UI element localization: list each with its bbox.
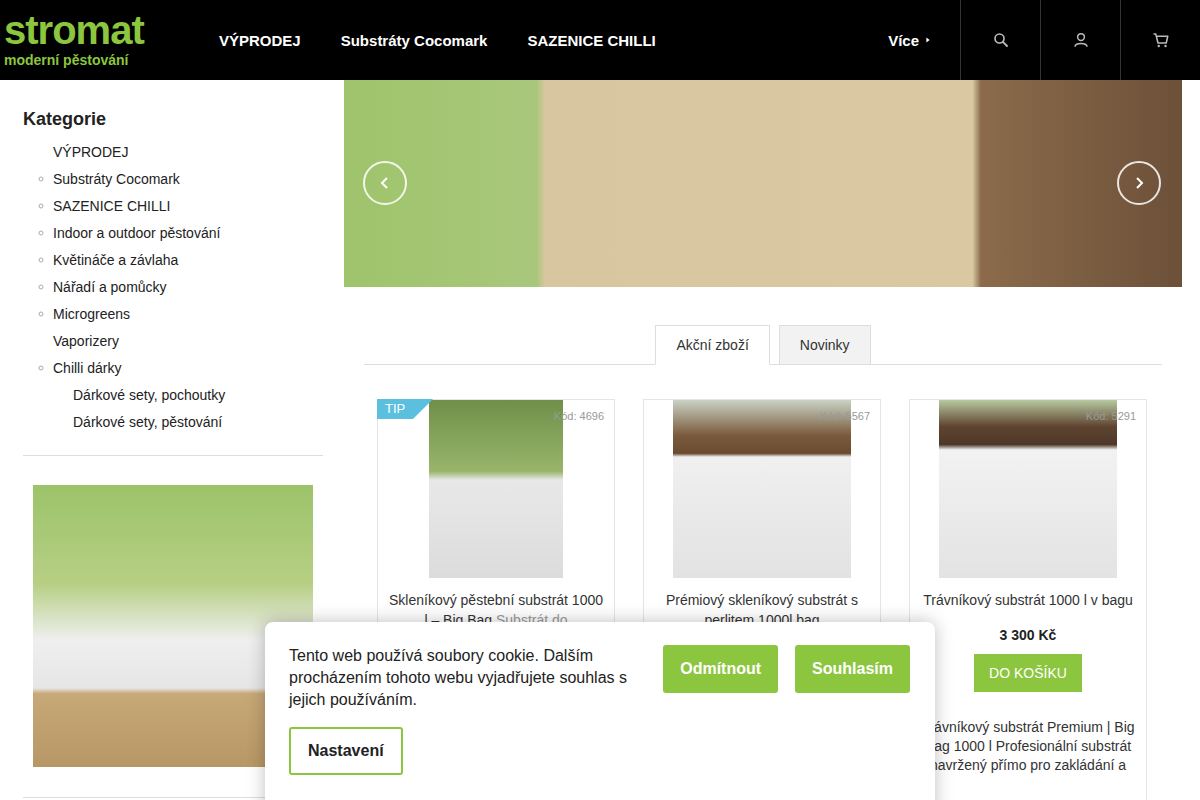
cart-button[interactable] bbox=[1120, 0, 1200, 80]
sidebar-item[interactable]: Květináče a závlaha bbox=[23, 246, 323, 273]
product-code: Kód: 4696 bbox=[554, 410, 604, 422]
sidebar-item-label[interactable]: Dárkové sety, pochoutky bbox=[73, 387, 225, 403]
tab-bar: Akční zboží Novinky bbox=[364, 325, 1162, 365]
cookie-settings-row: Nastavení bbox=[289, 727, 910, 775]
category-list: VÝPRODEJ Substráty Cocomark SAZENICE CHILL… bbox=[23, 138, 323, 456]
bullet-icon bbox=[38, 311, 44, 317]
submenu-bullet-icon bbox=[23, 257, 53, 263]
sidebar-item[interactable]: SAZENICE CHILLI bbox=[23, 192, 323, 219]
sidebar-item[interactable]: Indoor a outdoor pěstování bbox=[23, 219, 323, 246]
submenu-bullet-icon bbox=[23, 284, 53, 290]
sidebar-item[interactable]: Microgreens bbox=[23, 300, 323, 327]
product-image-frame bbox=[644, 400, 880, 578]
bullet-icon bbox=[38, 365, 44, 371]
cookie-dialog: Tento web používá soubory cookie. Dalším… bbox=[265, 622, 935, 800]
cookie-row: Tento web používá soubory cookie. Dalším… bbox=[289, 645, 910, 711]
badge-label: TIP bbox=[377, 399, 413, 419]
sidebar-item[interactable]: Substráty Cocomark bbox=[23, 165, 323, 192]
hero-banner[interactable] bbox=[344, 80, 1182, 287]
sidebar-item-label[interactable]: VÝPRODEJ bbox=[53, 144, 128, 160]
sidebar-item-label[interactable]: SAZENICE CHILLI bbox=[53, 198, 170, 214]
logo-tagline[interactable]: moderní pěstování bbox=[4, 51, 170, 69]
product-card[interactable]: Kód: 5291 Trávníkový substrát 1000 l v ba… bbox=[909, 399, 1147, 800]
product-image[interactable] bbox=[429, 400, 563, 578]
product-title[interactable]: Trávníkový substrát 1000 l v bagu bbox=[923, 592, 1133, 608]
logo[interactable]: stromat moderní pěstování bbox=[0, 0, 170, 80]
nav-item[interactable]: VÝPRODEJ bbox=[219, 32, 301, 49]
sidebar-item-label[interactable]: Vaporizery bbox=[53, 333, 119, 349]
cookie-button-label[interactable]: Odmítnout bbox=[680, 660, 761, 678]
tab[interactable]: Novinky bbox=[779, 325, 871, 365]
logo-wordmark[interactable]: stromat bbox=[4, 11, 170, 49]
sidebar-item-label[interactable]: Květináče a závlaha bbox=[53, 252, 178, 268]
submenu-bullet-icon bbox=[23, 365, 53, 371]
sidebar-item-label[interactable]: Substráty Cocomark bbox=[53, 171, 180, 187]
product-code: Kód: 5291 bbox=[1086, 410, 1136, 422]
bullet-icon bbox=[38, 203, 44, 209]
product-code: Kód: 5567 bbox=[820, 410, 870, 422]
cookie-button-label[interactable]: Nastavení bbox=[308, 742, 384, 760]
main-nav: VÝPRODEJ Substráty Cocomark SAZENICE CHILL… bbox=[219, 32, 656, 49]
product-price: 3 300 Kč bbox=[910, 627, 1146, 643]
product-title-block: Trávníkový substrát 1000 l v bagu bbox=[910, 590, 1146, 610]
bullet-icon bbox=[38, 257, 44, 263]
submenu-bullet-icon bbox=[23, 230, 53, 236]
cookie-button[interactable]: Nastavení bbox=[289, 727, 403, 775]
sidebar-item[interactable]: Dárkové sety, pěstování bbox=[23, 408, 323, 435]
chevron-left-icon bbox=[378, 176, 392, 190]
sidebar-item[interactable]: Nářadí a pomůcky bbox=[23, 273, 323, 300]
product-image-frame bbox=[378, 400, 614, 578]
bullet-icon bbox=[38, 230, 44, 236]
sidebar-item[interactable]: VÝPRODEJ bbox=[23, 138, 323, 165]
cookie-buttons: Odmítnout Souhlasím bbox=[663, 645, 910, 693]
sidebar-item-label[interactable]: Microgreens bbox=[53, 306, 130, 322]
cookie-button[interactable]: Souhlasím bbox=[795, 645, 910, 693]
search-button[interactable] bbox=[960, 0, 1040, 80]
sidebar-item[interactable]: Chilli dárky bbox=[23, 354, 323, 381]
sidebar-item-label[interactable]: Dárkové sety, pěstování bbox=[73, 414, 222, 430]
cookie-button[interactable]: Odmítnout bbox=[663, 645, 778, 693]
user-icon bbox=[1072, 31, 1090, 49]
search-icon bbox=[992, 31, 1010, 49]
cart-icon bbox=[1152, 31, 1170, 49]
user-button[interactable] bbox=[1040, 0, 1120, 80]
tab-label[interactable]: Novinky bbox=[800, 337, 850, 353]
next-button[interactable] bbox=[1117, 161, 1161, 205]
button-wrap: DO KOŠÍKU bbox=[910, 643, 1146, 692]
sidebar-item-label[interactable]: Nářadí a pomůcky bbox=[53, 279, 167, 295]
sidebar-item[interactable]: Dárkové sety, pochoutky bbox=[23, 381, 323, 408]
badge-corner bbox=[413, 399, 433, 419]
chevron-right-icon bbox=[1132, 176, 1146, 190]
cookie-button-label[interactable]: Souhlasím bbox=[812, 660, 893, 678]
sidebar-title: Kategorie bbox=[23, 108, 323, 130]
submenu-bullet-icon bbox=[23, 203, 53, 209]
tab[interactable]: Akční zboží bbox=[655, 325, 769, 365]
tab-label[interactable]: Akční zboží bbox=[676, 337, 748, 353]
submenu-bullet-icon bbox=[23, 176, 53, 182]
add-to-cart-button[interactable]: DO KOŠÍKU bbox=[974, 654, 1082, 692]
nav-item[interactable]: SAZENICE CHILLI bbox=[527, 32, 655, 49]
sidebar-item-label[interactable]: Chilli dárky bbox=[53, 360, 121, 376]
submenu-bullet-icon bbox=[23, 311, 53, 317]
more-menu[interactable]: Více bbox=[888, 32, 960, 49]
header: stromat moderní pěstování VÝPRODEJ Substrát… bbox=[0, 0, 1200, 80]
sidebar-item[interactable]: Vaporizery bbox=[23, 327, 323, 354]
product-image[interactable] bbox=[673, 400, 851, 578]
product-image-frame bbox=[910, 400, 1146, 578]
bullet-icon bbox=[38, 284, 44, 290]
prev-button[interactable] bbox=[363, 161, 407, 205]
caret-icon bbox=[924, 36, 932, 44]
bullet-icon bbox=[38, 176, 44, 182]
sidebar-item-label[interactable]: Indoor a outdoor pěstování bbox=[53, 225, 220, 241]
product-image[interactable] bbox=[939, 400, 1117, 578]
cookie-text: Tento web používá soubory cookie. Dalším… bbox=[289, 645, 649, 711]
nav-item[interactable]: Substráty Cocomark bbox=[341, 32, 488, 49]
product-description: Trávníkový substrát Premium | Big Bag 10… bbox=[910, 718, 1146, 775]
tip-badge: TIP bbox=[377, 399, 433, 419]
more-label[interactable]: Více bbox=[888, 32, 919, 49]
